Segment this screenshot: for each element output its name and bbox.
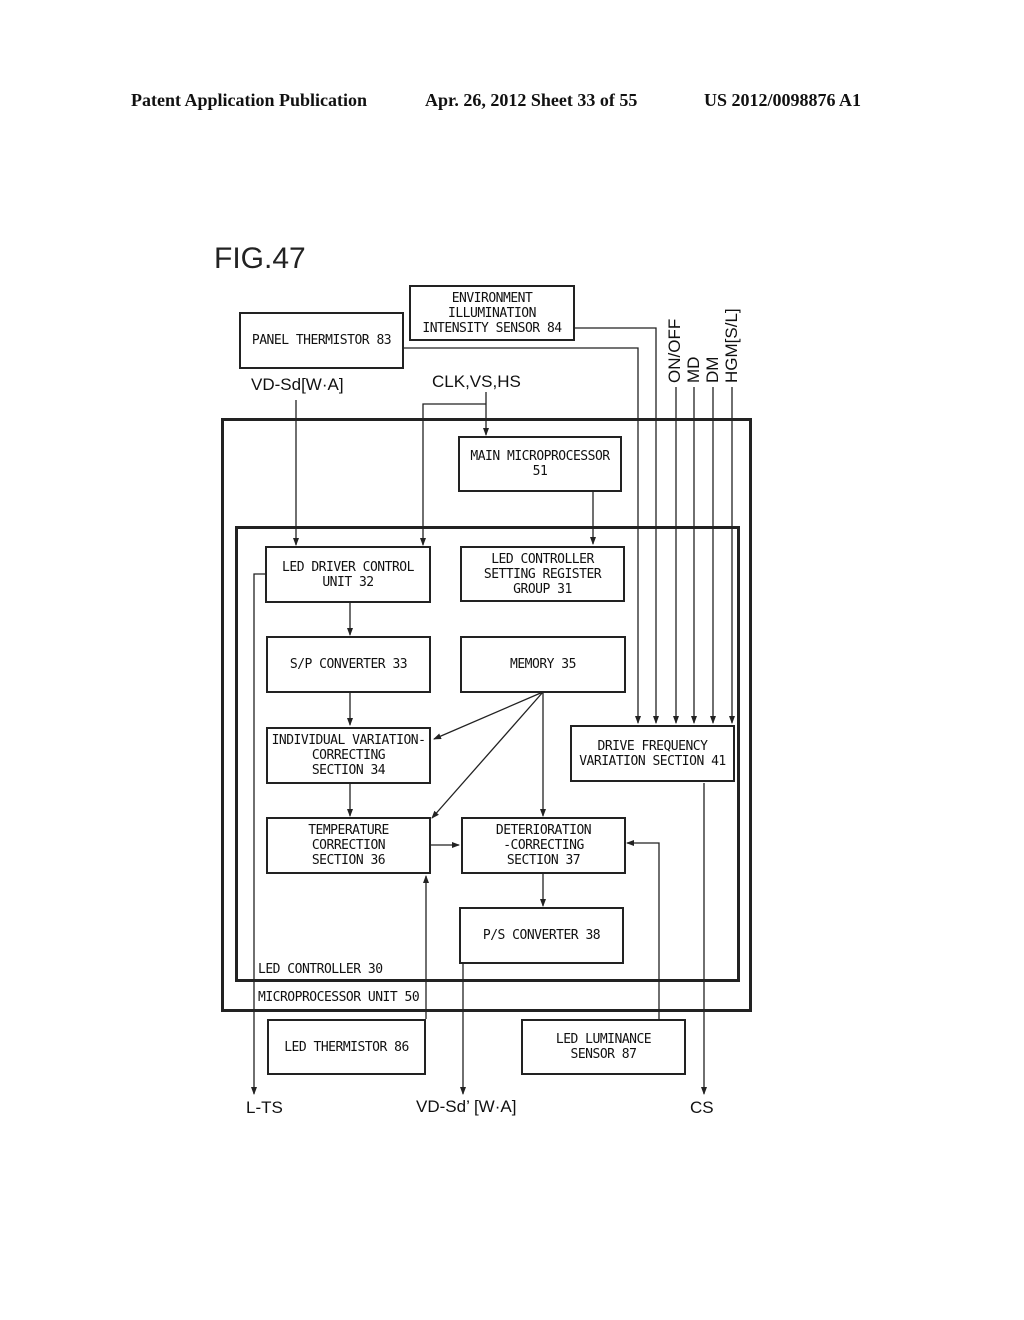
- microprocessor-unit-label: MICROPROCESSOR UNIT 50: [258, 990, 420, 1005]
- signal-cs: CS: [690, 1098, 714, 1117]
- temperature-correction-block: TEMPERATURE CORRECTION SECTION 36: [266, 817, 431, 874]
- ps-converter-block: P/S CONVERTER 38: [459, 907, 624, 964]
- memory-block: MEMORY 35: [460, 636, 626, 693]
- led-setting-register-block: LED CONTROLLER SETTING REGISTER GROUP 31: [460, 546, 625, 602]
- deterioration-correcting-block: DETERIORATION -CORRECTING SECTION 37: [461, 817, 626, 874]
- signal-md: MD: [684, 356, 703, 383]
- individual-variation-block: INDIVIDUAL VARIATION- CORRECTING SECTION…: [266, 727, 431, 784]
- env-illumination-sensor-block: ENVIRONMENT ILLUMINATION INTENSITY SENSO…: [409, 285, 575, 341]
- signal-l-ts: L-TS: [246, 1098, 283, 1117]
- led-driver-control-block: LED DRIVER CONTROL UNIT 32: [265, 546, 431, 603]
- main-microprocessor-block: MAIN MICROPROCESSOR 51: [458, 436, 622, 492]
- led-controller-label: LED CONTROLLER 30: [258, 962, 383, 977]
- signal-on-off: ON/OFF: [665, 318, 684, 383]
- signal-vd-sd-in: VD-Sd[W·A]: [251, 375, 344, 394]
- panel-thermistor-block: PANEL THERMISTOR 83: [239, 312, 404, 369]
- signal-clk-vs-hs: CLK,VS,HS: [432, 372, 521, 391]
- led-luminance-sensor-block: LED LUMINANCE SENSOR 87: [521, 1019, 686, 1075]
- sp-converter-block: S/P CONVERTER 33: [266, 636, 431, 693]
- signal-hgm: HGM[S/L]: [722, 308, 741, 383]
- led-thermistor-block: LED THERMISTOR 86: [267, 1019, 426, 1075]
- drive-frequency-block: DRIVE FREQUENCY VARIATION SECTION 41: [570, 725, 735, 782]
- signal-dm: DM: [703, 356, 722, 383]
- signal-vd-sd-out: VD-Sd’ [W·A]: [416, 1097, 517, 1116]
